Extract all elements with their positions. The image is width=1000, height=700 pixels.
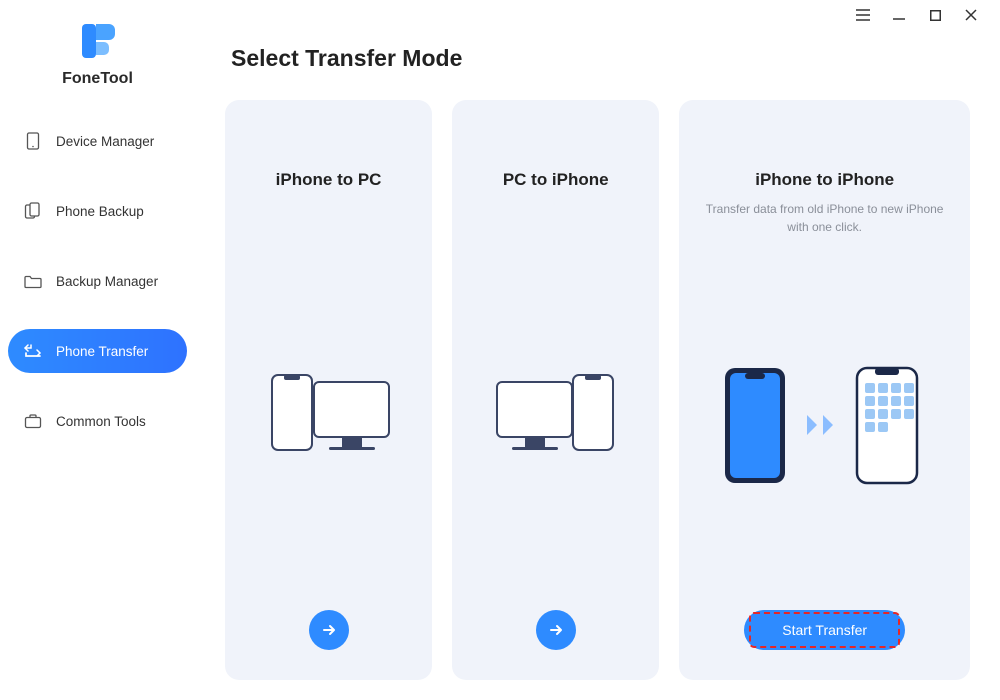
sidebar-item-label: Phone Transfer [56, 344, 148, 359]
card-pc-to-iphone[interactable]: PC to iPhone [452, 100, 659, 680]
menu-button[interactable] [856, 8, 870, 22]
illustration-iphone-to-iphone-icon [699, 276, 950, 580]
card-title: iPhone to PC [276, 170, 382, 190]
card-footer [536, 580, 576, 650]
app-name: FoneTool [62, 70, 133, 88]
transfer-mode-cards: iPhone to PC [225, 100, 970, 680]
logo-mark-icon [77, 20, 119, 62]
illustration-iphone-to-pc-icon [245, 260, 412, 580]
hamburger-icon [856, 9, 870, 21]
sidebar-item-label: Device Manager [56, 134, 154, 149]
briefcase-icon [24, 412, 42, 430]
start-transfer-button[interactable]: Start Transfer [744, 610, 905, 650]
go-button-pc-to-iphone[interactable] [536, 610, 576, 650]
card-title: iPhone to iPhone [755, 170, 894, 190]
card-iphone-to-iphone[interactable]: iPhone to iPhone Transfer data from old … [679, 100, 970, 680]
maximize-icon [930, 10, 941, 21]
card-title: PC to iPhone [503, 170, 609, 190]
sidebar-item-phone-transfer[interactable]: Phone Transfer [8, 329, 187, 373]
folder-icon [24, 272, 42, 290]
sidebar-item-label: Phone Backup [56, 204, 144, 219]
app-root: FoneTool Device Manager Phone Backup Bac… [0, 0, 1000, 700]
transfer-icon [24, 342, 42, 360]
window-titlebar [856, 0, 1000, 30]
device-tablet-icon [24, 132, 42, 150]
arrow-right-icon [320, 621, 338, 639]
main-content: Select Transfer Mode iPhone to PC [195, 0, 1000, 700]
go-button-iphone-to-pc[interactable] [309, 610, 349, 650]
minimize-icon [893, 9, 905, 21]
logo: FoneTool [0, 20, 195, 88]
close-icon [965, 9, 977, 21]
illustration-pc-to-iphone-icon [472, 260, 639, 580]
close-button[interactable] [964, 8, 978, 22]
phone-copy-icon [24, 202, 42, 220]
minimize-button[interactable] [892, 8, 906, 22]
start-transfer-wrapper: Start Transfer [744, 610, 905, 650]
sidebar-nav: Device Manager Phone Backup Backup Manag… [0, 106, 195, 456]
sidebar: FoneTool Device Manager Phone Backup Bac… [0, 0, 195, 700]
arrow-right-icon [547, 621, 565, 639]
page-title: Select Transfer Mode [225, 45, 970, 72]
maximize-button[interactable] [928, 8, 942, 22]
card-iphone-to-pc[interactable]: iPhone to PC [225, 100, 432, 680]
card-description: Transfer data from old iPhone to new iPh… [699, 200, 950, 236]
card-footer [309, 580, 349, 650]
sidebar-item-device-manager[interactable]: Device Manager [8, 119, 187, 163]
sidebar-item-label: Common Tools [56, 414, 146, 429]
sidebar-item-backup-manager[interactable]: Backup Manager [8, 259, 187, 303]
card-footer: Start Transfer [744, 580, 905, 650]
sidebar-item-label: Backup Manager [56, 274, 158, 289]
sidebar-item-phone-backup[interactable]: Phone Backup [8, 189, 187, 233]
sidebar-item-common-tools[interactable]: Common Tools [8, 399, 187, 443]
